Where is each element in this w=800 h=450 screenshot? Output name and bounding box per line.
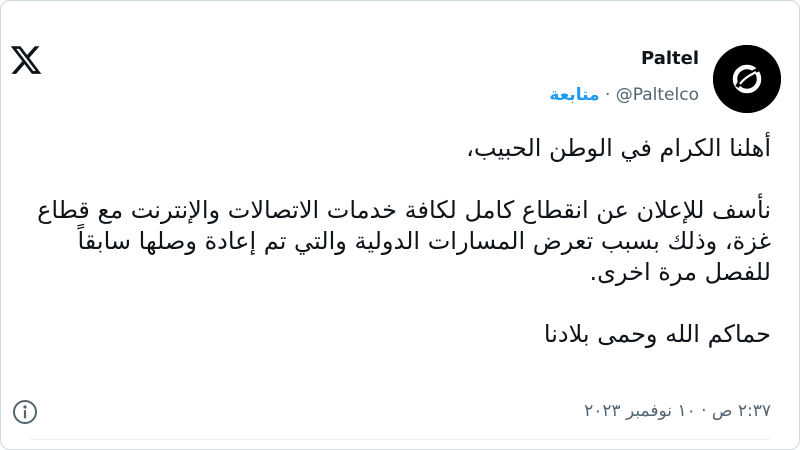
- account-handle[interactable]: @Paltelco: [616, 85, 699, 105]
- tweet-closing: حماكم الله وحمى بلادنا: [543, 320, 771, 348]
- divider: [29, 439, 771, 440]
- x-logo-icon[interactable]: [9, 43, 43, 77]
- tweet-body: نأسف للإعلان عن انقطاع كامل لكافة خدمات …: [37, 196, 771, 286]
- tweet-greeting: أهلنا الكرام في الوطن الحبيب،: [466, 134, 771, 162]
- tweet-text: أهلنا الكرام في الوطن الحبيب، نأسف للإعل…: [31, 133, 771, 350]
- avatar[interactable]: [713, 45, 781, 113]
- account-name[interactable]: Paltel: [641, 48, 699, 69]
- info-icon[interactable]: [11, 398, 39, 426]
- follow-button[interactable]: متابعة: [549, 85, 599, 105]
- account-meta: @Paltelco · متابعة: [549, 85, 699, 105]
- tweet-timestamp[interactable]: ٢:٣٧ ص · ١٠ نوفمبر ٢٠٢٣: [584, 401, 771, 421]
- tweet-card: Paltel @Paltelco · متابعة أهلنا الكرام ف…: [0, 0, 800, 450]
- paltel-logo-icon: [713, 45, 781, 113]
- separator-dot: ·: [604, 85, 611, 105]
